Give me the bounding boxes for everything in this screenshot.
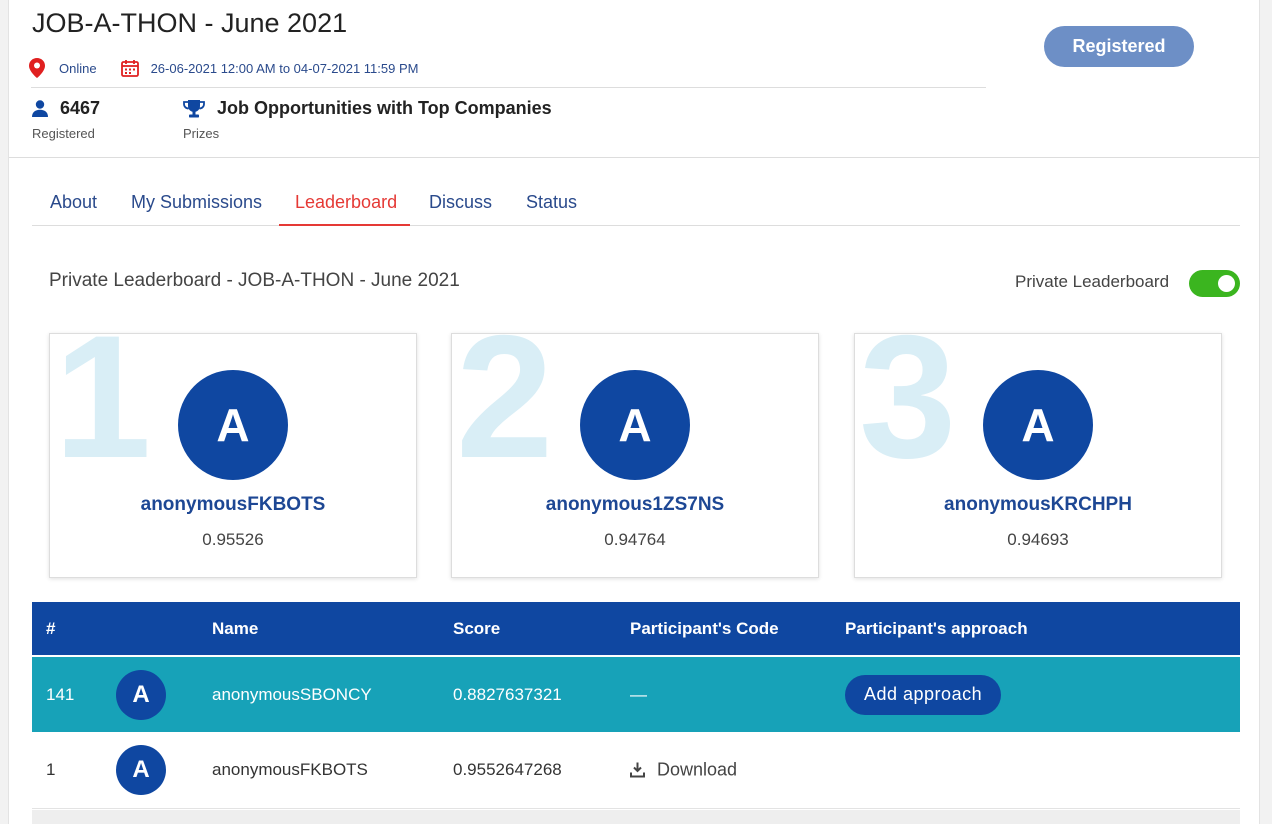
avatar: A xyxy=(178,370,288,480)
row-rank: 1 xyxy=(46,760,56,779)
avatar: A xyxy=(580,370,690,480)
podium-username[interactable]: anonymousFKBOTS xyxy=(50,494,416,516)
active-tab-indicator xyxy=(279,224,410,226)
table-footer-strip xyxy=(32,810,1240,824)
podium-rank: 1 xyxy=(54,333,152,495)
divider xyxy=(31,87,986,88)
row-score: 0.9552647268 xyxy=(453,760,562,779)
podium-score: 0.95526 xyxy=(202,530,264,549)
row-code: — xyxy=(630,684,647,704)
table-header: # Name Score Participant's Code Particip… xyxy=(32,602,1240,655)
podium-username[interactable]: anonymous1ZS7NS xyxy=(452,494,818,516)
avatar: A xyxy=(116,745,166,795)
prizes-label: Prizes xyxy=(183,126,220,141)
avatar: A xyxy=(983,370,1093,480)
podium-score: 0.94693 xyxy=(1007,530,1069,549)
toggle-knob xyxy=(1218,275,1235,292)
prizes-value: Job Opportunities with Top Companies xyxy=(217,98,552,118)
col-rank: # xyxy=(46,618,56,638)
row-name: anonymousSBONCY xyxy=(212,684,372,704)
podium-card-2: 2 A anonymous1ZS7NS 0.94764 xyxy=(451,333,819,578)
podium-username[interactable]: anonymousKRCHPH xyxy=(855,494,1221,516)
download-code-link[interactable]: Download xyxy=(630,760,737,781)
col-code: Participant's Code xyxy=(630,618,779,638)
podium-card-3: 3 A anonymousKRCHPH 0.94693 xyxy=(854,333,1222,578)
row-rank: 141 xyxy=(46,684,75,704)
tab-about[interactable]: About xyxy=(50,192,97,213)
podium-score: 0.94764 xyxy=(604,530,666,549)
avatar: A xyxy=(116,669,166,720)
download-icon xyxy=(630,762,645,778)
col-approach: Participant's approach xyxy=(845,618,1028,638)
calendar-icon xyxy=(120,60,139,77)
location-pin-icon xyxy=(29,58,45,78)
podium-rank: 2 xyxy=(456,333,554,495)
registered-count: 6467 xyxy=(60,98,101,118)
event-page: JOB-A-THON - June 2021 Online 26-06-2021… xyxy=(8,0,1260,824)
download-label: Download xyxy=(657,759,738,780)
user-icon xyxy=(32,100,48,117)
registered-stat: 6467 Registered xyxy=(32,98,100,141)
private-leaderboard-toggle[interactable] xyxy=(1189,270,1240,297)
table-row: 1 A anonymousFKBOTS 0.9552647268 Downloa… xyxy=(32,732,1240,809)
event-dates: 26-06-2021 12:00 AM to 04-07-2021 11:59 … xyxy=(150,60,419,76)
col-score: Score xyxy=(453,618,501,638)
location-text: Online xyxy=(59,60,97,76)
event-meta: Online 26-06-2021 12:00 AM to 04-07-2021… xyxy=(29,56,418,80)
row-name: anonymousFKBOTS xyxy=(212,760,368,779)
podium-rank: 3 xyxy=(859,333,957,495)
leaderboard-heading: Private Leaderboard - JOB-A-THON - June … xyxy=(49,270,460,291)
tab-discuss[interactable]: Discuss xyxy=(429,192,492,213)
private-leaderboard-label: Private Leaderboard xyxy=(1015,272,1170,291)
registered-button[interactable]: Registered xyxy=(1044,26,1194,67)
page-title: JOB-A-THON - June 2021 xyxy=(32,8,348,38)
trophy-icon xyxy=(183,99,205,117)
prizes-stat: Job Opportunities with Top Companies Pri… xyxy=(183,98,552,141)
registered-label: Registered xyxy=(32,126,95,141)
table-row-current-user: 141 A anonymousSBONCY 0.8827637321 — Add… xyxy=(32,655,1240,732)
col-name: Name xyxy=(212,618,259,638)
tab-bar: About My Submissions Leaderboard Discuss… xyxy=(32,180,1240,226)
header-divider xyxy=(9,157,1259,158)
row-score: 0.8827637321 xyxy=(453,684,562,704)
leaderboard-table: # Name Score Participant's Code Particip… xyxy=(32,602,1240,809)
tab-status[interactable]: Status xyxy=(526,192,577,213)
tab-leaderboard[interactable]: Leaderboard xyxy=(295,192,397,213)
add-approach-button[interactable]: Add approach xyxy=(845,674,1002,715)
tab-my-submissions[interactable]: My Submissions xyxy=(131,192,262,213)
podium-card-1: 1 A anonymousFKBOTS 0.95526 xyxy=(49,333,417,578)
